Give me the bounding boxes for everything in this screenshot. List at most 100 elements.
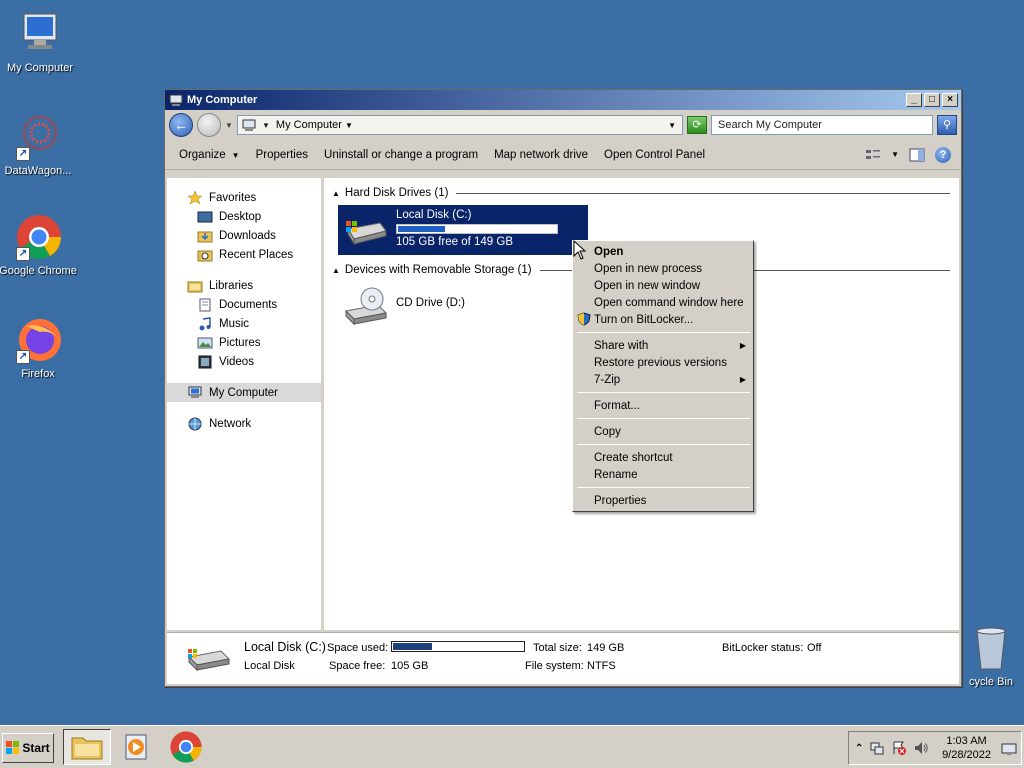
maximize-button[interactable]: □ bbox=[924, 93, 940, 107]
menu-item-rename[interactable]: Rename bbox=[573, 466, 753, 483]
hard-drive-icon bbox=[346, 221, 387, 246]
menu-item-share-with[interactable]: Share with ▶ bbox=[573, 337, 753, 354]
menu-item-open-new-window[interactable]: Open in new window bbox=[573, 277, 753, 294]
start-button[interactable]: Start bbox=[2, 733, 54, 763]
breadcrumb-arrow-icon[interactable]: ▼ bbox=[262, 121, 270, 130]
menu-item-open-command-window[interactable]: Open command window here bbox=[573, 294, 753, 311]
refresh-button[interactable]: ⟳ bbox=[687, 116, 707, 134]
taskbar-media-player-button[interactable] bbox=[112, 729, 160, 765]
nav-item-documents[interactable]: Documents bbox=[167, 295, 321, 314]
drive-item-local-disk-c[interactable]: Local Disk (C:) 105 GB free of 149 GB bbox=[338, 205, 588, 255]
drive-item-cd-drive-d[interactable]: CD Drive (D:) bbox=[338, 283, 498, 333]
menu-item-properties[interactable]: Properties bbox=[573, 492, 753, 509]
network-tray-icon[interactable] bbox=[869, 740, 885, 756]
space-used-bar bbox=[391, 641, 525, 652]
nav-item-music[interactable]: Music bbox=[167, 314, 321, 333]
breadcrumb-my-computer[interactable]: My Computer bbox=[276, 119, 342, 131]
desktop-icon bbox=[197, 211, 213, 222]
nav-item-network[interactable]: Network bbox=[167, 414, 321, 433]
search-input[interactable]: Search My Computer bbox=[711, 115, 933, 135]
mouse-cursor-icon bbox=[573, 240, 587, 260]
menu-item-format[interactable]: Format... bbox=[573, 397, 753, 414]
properties-button[interactable]: Properties bbox=[248, 149, 316, 161]
desktop-icon-chrome[interactable]: ↗ Google Chrome bbox=[0, 213, 78, 277]
space-used-label: Space used: bbox=[327, 642, 389, 654]
menu-item-turn-on-bitlocker[interactable]: Turn on BitLocker... bbox=[573, 311, 753, 328]
forward-button[interactable]: → bbox=[197, 113, 221, 137]
desktop-icon-firefox[interactable]: ↗ Firefox bbox=[0, 316, 78, 380]
back-button[interactable]: ← bbox=[169, 113, 193, 137]
preview-pane-icon[interactable] bbox=[909, 148, 925, 162]
recent-pages-dropdown[interactable]: ▼ bbox=[225, 121, 233, 130]
computer-icon bbox=[169, 94, 183, 106]
datawagon-icon: ↗ bbox=[14, 113, 62, 161]
desktop-icon-label: cycle Bin bbox=[968, 676, 1014, 688]
taskbar-explorer-button[interactable] bbox=[63, 729, 111, 765]
desktop-icon-datawagon[interactable]: ↗ DataWagon... bbox=[0, 113, 78, 177]
address-bar[interactable]: ▼ My Computer ▼ ▼ bbox=[237, 115, 683, 135]
clock-time: 1:03 AM bbox=[946, 735, 987, 747]
shield-icon bbox=[577, 312, 591, 326]
menu-item-open[interactable]: Open bbox=[573, 243, 753, 260]
network-icon bbox=[188, 417, 202, 430]
collapse-arrow-icon[interactable]: ▲ bbox=[332, 266, 340, 275]
action-center-icon[interactable] bbox=[891, 740, 907, 756]
taskbar-chrome-button[interactable] bbox=[162, 729, 210, 765]
clock[interactable]: 1:03 AM 9/28/2022 bbox=[942, 734, 991, 762]
view-options-icon[interactable] bbox=[865, 148, 881, 162]
search-button[interactable]: ⚲ bbox=[937, 115, 957, 135]
show-desktop-icon[interactable] bbox=[1001, 741, 1017, 757]
menu-item-copy[interactable]: Copy bbox=[573, 423, 753, 440]
computer-icon bbox=[242, 119, 256, 131]
submenu-arrow-icon: ▶ bbox=[739, 375, 746, 384]
details-type: Local Disk bbox=[244, 660, 295, 672]
nav-item-favorites[interactable]: Favorites bbox=[167, 188, 321, 207]
menu-item-create-shortcut[interactable]: Create shortcut bbox=[573, 449, 753, 466]
window-titlebar[interactable]: My Computer _ □ × bbox=[165, 90, 961, 110]
media-player-icon bbox=[125, 734, 147, 760]
nav-item-pictures[interactable]: Pictures bbox=[167, 333, 321, 352]
volume-icon[interactable] bbox=[913, 740, 929, 756]
organize-button[interactable]: Organize ▼ bbox=[171, 149, 248, 161]
nav-item-libraries[interactable]: Libraries bbox=[167, 276, 321, 295]
menu-item-open-new-process[interactable]: Open in new process bbox=[573, 260, 753, 277]
nav-item-desktop[interactable]: Desktop bbox=[167, 207, 321, 226]
uninstall-button[interactable]: Uninstall or change a program bbox=[316, 149, 486, 161]
chevron-down-icon: ▼ bbox=[231, 150, 240, 160]
breadcrumb[interactable]: My Computer ▼ bbox=[276, 119, 662, 131]
drive-name: Local Disk (C:) bbox=[396, 209, 472, 221]
open-control-panel-button[interactable]: Open Control Panel bbox=[596, 149, 713, 161]
star-icon bbox=[187, 190, 203, 205]
menu-separator bbox=[577, 444, 750, 445]
nav-item-recent-places[interactable]: Recent Places bbox=[167, 245, 321, 264]
nav-item-my-computer[interactable]: My Computer bbox=[167, 383, 321, 402]
shortcut-arrow-icon: ↗ bbox=[16, 247, 30, 261]
map-network-drive-button[interactable]: Map network drive bbox=[486, 149, 596, 161]
details-name: Local Disk (C:) bbox=[244, 640, 326, 654]
menu-item-restore-previous-versions[interactable]: Restore previous versions bbox=[573, 354, 753, 371]
drive-name: CD Drive (D:) bbox=[396, 297, 465, 309]
view-dropdown-icon[interactable]: ▼ bbox=[891, 150, 899, 159]
desktop-icon-recycle-bin[interactable]: cycle Bin bbox=[958, 625, 1024, 688]
file-system-value: NTFS bbox=[587, 660, 616, 672]
collapse-arrow-icon[interactable]: ▲ bbox=[332, 189, 340, 198]
explorer-body: Favorites Desktop Downloads Recent Place… bbox=[167, 178, 959, 630]
address-dropdown-icon[interactable]: ▼ bbox=[668, 121, 676, 130]
shortcut-arrow-icon: ↗ bbox=[16, 147, 30, 161]
minimize-button[interactable]: _ bbox=[906, 93, 922, 107]
show-hidden-icons-icon[interactable]: ⌃ bbox=[855, 743, 863, 754]
space-free-label: Space free: bbox=[329, 660, 386, 672]
desktop-icon-label: DataWagon... bbox=[4, 165, 72, 177]
help-icon[interactable]: ? bbox=[935, 146, 951, 163]
close-button[interactable]: × bbox=[942, 93, 958, 107]
menu-item-7zip[interactable]: 7-Zip ▶ bbox=[573, 371, 753, 388]
group-header-hard-disk-drives[interactable]: ▲ Hard Disk Drives (1) bbox=[332, 187, 950, 199]
desktop-icon-my-computer[interactable]: My Computer bbox=[0, 10, 80, 74]
nav-item-videos[interactable]: Videos bbox=[167, 352, 321, 371]
firefox-icon: ↗ bbox=[14, 316, 62, 364]
submenu-arrow-icon: ▶ bbox=[739, 341, 746, 350]
hard-drive-icon bbox=[187, 649, 231, 672]
computer-icon bbox=[16, 10, 64, 58]
drive-free-space: 105 GB free of 149 GB bbox=[396, 236, 513, 248]
nav-item-downloads[interactable]: Downloads bbox=[167, 226, 321, 245]
